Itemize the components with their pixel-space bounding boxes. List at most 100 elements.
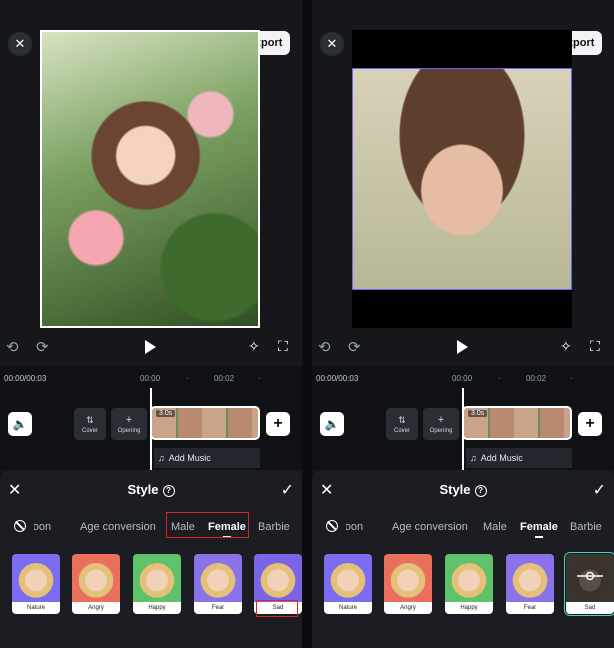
fullscreen-icon[interactable]: ⛶ [590, 338, 600, 355]
video-clip[interactable]: 3.0s [462, 406, 572, 440]
opening-label: Opening [429, 428, 453, 434]
thumb-label: Fear [194, 602, 242, 614]
sheet-title-text: Style [127, 482, 159, 497]
cover-label: Cover [393, 427, 410, 434]
thumb-label: Nature [12, 602, 60, 614]
thumb-label: Nature [324, 602, 372, 614]
thumb-label: Angry [384, 602, 432, 614]
cover-button[interactable]: ⇅ Cover [74, 408, 106, 440]
close-editor-button[interactable]: ✕ [320, 32, 344, 56]
sheet-title: Style? [312, 482, 614, 497]
style-thumb-angry[interactable]: Angry [384, 554, 432, 614]
thumb-image [506, 554, 554, 602]
swap-icon: ⇅ [86, 414, 94, 425]
video-preview[interactable] [352, 30, 572, 328]
style-thumb-angry[interactable]: Angry [72, 554, 120, 614]
playback-controls: ⟲ ⟳ ✧ ⛶ [312, 338, 614, 360]
preview-image [42, 32, 258, 326]
thumb-label: Fear [506, 602, 554, 614]
tab-male[interactable]: Male [483, 521, 507, 533]
video-clip[interactable]: 3.0s [150, 406, 260, 440]
undo-icon[interactable]: ⟲ [6, 338, 19, 356]
style-thumb-fear[interactable]: Fear [194, 554, 242, 614]
clip-duration: 3.0s [156, 410, 176, 417]
play-icon[interactable] [454, 338, 470, 356]
thumb-image [254, 554, 302, 602]
magic-wand-icon[interactable]: ✧ [560, 338, 572, 355]
thumb-label: Happy [133, 602, 181, 614]
clip-duration: 3.0s [468, 410, 488, 417]
add-music-button[interactable]: ♫ Add Music [154, 448, 260, 468]
thumb-image [324, 554, 372, 602]
opening-label: Opening [117, 428, 141, 434]
mute-button[interactable]: 🔈 [320, 412, 344, 436]
timecode: 00:00/00:03 [316, 374, 359, 383]
highlight-box [256, 600, 298, 617]
music-note-icon: ♫ [158, 453, 165, 463]
redo-icon[interactable]: ⟳ [348, 338, 361, 356]
selection-ring [564, 552, 614, 616]
close-editor-button[interactable]: ✕ [8, 32, 32, 56]
video-preview[interactable] [40, 30, 260, 328]
thumb-image [384, 554, 432, 602]
no-style-icon[interactable] [14, 520, 26, 532]
playback-controls: ⟲ ⟳ ✧ ⛶ [0, 338, 302, 360]
plus-icon: + [125, 414, 133, 426]
undo-icon[interactable]: ⟲ [318, 338, 331, 356]
tick-label: 00:02 [526, 374, 547, 383]
timeline[interactable]: 00:00/00:03 00:00 · 00:02 · 🔈 ⇅ Cover + … [312, 366, 614, 470]
no-style-icon[interactable] [326, 520, 338, 532]
add-clip-button[interactable]: + [578, 412, 602, 436]
style-thumb-nature[interactable]: Nature [324, 554, 372, 614]
fullscreen-icon[interactable]: ⛶ [278, 338, 288, 355]
playhead[interactable] [150, 388, 152, 470]
tick-label: 00:00 [140, 374, 161, 383]
style-thumb-fear[interactable]: Fear [506, 554, 554, 614]
editor-panel-left: ✕ Export ⟲ ⟳ ✧ ⛶ 00:00/00:03 00:00 · 00:… [0, 0, 302, 648]
tab-age-conversion[interactable]: Age conversion [392, 521, 468, 533]
help-circle-icon[interactable]: ? [474, 484, 487, 497]
thumb-image [445, 554, 493, 602]
timeline[interactable]: 00:00/00:03 00:00 · 00:02 · 🔈 ⇅ Cover + … [0, 366, 302, 470]
music-note-icon: ♫ [470, 453, 477, 463]
category-tabs: Cartoon Age conversion Male Female Barbi… [312, 518, 614, 538]
mute-button[interactable]: 🔈 [8, 412, 32, 436]
add-music-button[interactable]: ♫ Add Music [466, 448, 572, 468]
style-thumb-happy[interactable]: Happy [445, 554, 493, 614]
opening-button[interactable]: + Opening [423, 408, 459, 440]
category-tabs: Cartoon Age conversion Male Female Barbi… [0, 518, 302, 538]
play-icon[interactable] [142, 338, 158, 356]
check-icon[interactable]: ✓ [281, 480, 294, 500]
thumb-image [72, 554, 120, 602]
tick-label: · [258, 374, 261, 383]
style-thumb-happy[interactable]: Happy [133, 554, 181, 614]
plus-icon: + [437, 414, 445, 426]
tab-barbie[interactable]: Barbie [258, 521, 290, 533]
playhead[interactable] [462, 388, 464, 470]
tab-barbie[interactable]: Barbie [570, 521, 602, 533]
style-sheet: ✕ Style? ✓ Cartoon Age conversion Male F… [0, 470, 302, 648]
cover-button[interactable]: ⇅ Cover [386, 408, 418, 440]
redo-icon[interactable]: ⟳ [36, 338, 49, 356]
tick-label: 00:02 [214, 374, 235, 383]
style-thumb-nature[interactable]: Nature [12, 554, 60, 614]
tab-female[interactable]: Female [520, 521, 558, 538]
editor-panel-right: ✕ Export ⟲ ⟳ ✧ ⛶ 00:00/00:03 00:00 · 00:… [312, 0, 614, 648]
tick-label: · [186, 374, 189, 383]
tab-age-conversion[interactable]: Age conversion [80, 521, 156, 533]
thumb-image [133, 554, 181, 602]
preview-image[interactable] [352, 68, 572, 290]
magic-wand-icon[interactable]: ✧ [248, 338, 260, 355]
speaker-icon: 🔈 [324, 417, 340, 431]
panel-divider [302, 0, 312, 648]
sheet-title-text: Style [439, 482, 471, 497]
tick-label: · [570, 374, 573, 383]
sheet-title: Style? [0, 482, 302, 497]
add-music-label: Add Music [168, 453, 211, 463]
opening-button[interactable]: + Opening [111, 408, 147, 440]
style-sheet: ✕ Style? ✓ Cartoon Age conversion Male F… [312, 470, 614, 648]
check-icon[interactable]: ✓ [593, 480, 606, 500]
add-clip-button[interactable]: + [266, 412, 290, 436]
help-circle-icon[interactable]: ? [162, 484, 175, 497]
timecode: 00:00/00:03 [4, 374, 47, 383]
